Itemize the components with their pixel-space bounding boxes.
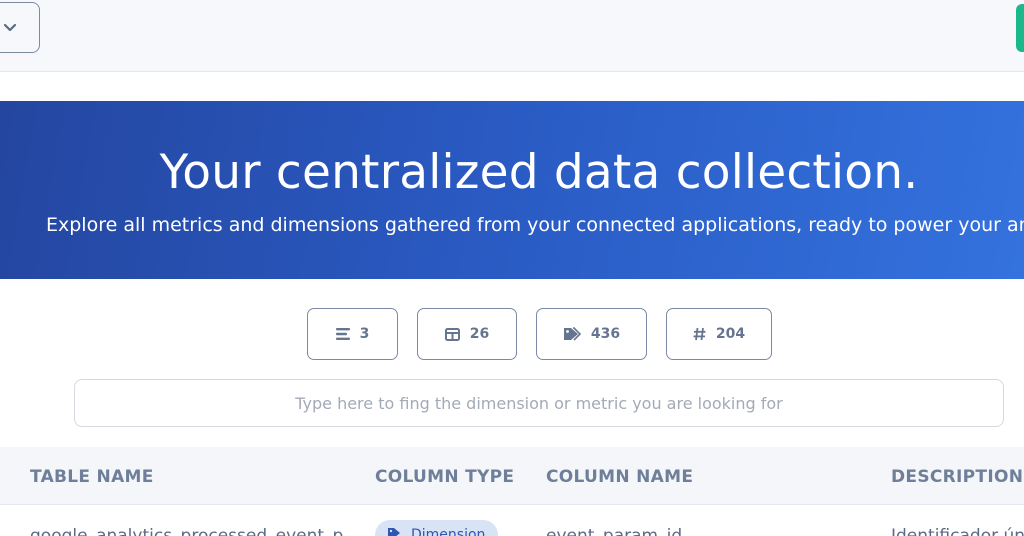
cell-column-name: event_param_id [546,526,683,536]
table-icon [444,327,460,341]
menu-dropdown-button[interactable] [0,2,40,53]
top-bar [0,0,1024,72]
hero-subtitle: Explore all metrics and dimensions gathe… [46,214,1024,236]
list-icon [335,328,350,340]
column-header-description[interactable]: DESCRIPTION [891,467,1023,487]
stat-metrics-button[interactable]: 204 [666,308,772,360]
cell-table-name: google_analytics_processed_event_p [30,526,344,536]
tag-icon [387,527,403,536]
column-header-table-name[interactable]: TABLE NAME [30,467,154,487]
stats-bar: 3 26 436 204 [0,308,1024,360]
table-row[interactable]: google_analytics_processed_event_p Dimen… [0,506,1024,536]
stat-value: 204 [715,326,746,342]
hero-title: Your centralized data collection. [159,145,919,200]
chevron-down-icon [3,18,17,37]
cell-description: Identificador ún [891,526,1024,536]
tag-icon [563,327,581,341]
column-type-badge: Dimension [375,520,498,536]
stat-tables-button[interactable]: 26 [417,308,517,360]
stat-value: 3 [359,326,370,342]
table-header: TABLE NAME COLUMN TYPE COLUMN NAME DESCR… [0,447,1024,505]
hero-banner: Your centralized data collection. Explor… [0,101,1024,279]
column-header-column-type[interactable]: COLUMN TYPE [375,467,514,487]
hash-icon [693,327,706,341]
stat-value: 436 [590,326,621,342]
column-header-column-name[interactable]: COLUMN NAME [546,467,693,487]
stat-dimensions-button[interactable]: 436 [536,308,647,360]
primary-action-button[interactable] [1016,4,1024,52]
stat-value: 26 [469,326,490,342]
search-input[interactable] [74,379,1004,427]
stat-apps-button[interactable]: 3 [307,308,398,360]
badge-label: Dimension [411,527,486,536]
